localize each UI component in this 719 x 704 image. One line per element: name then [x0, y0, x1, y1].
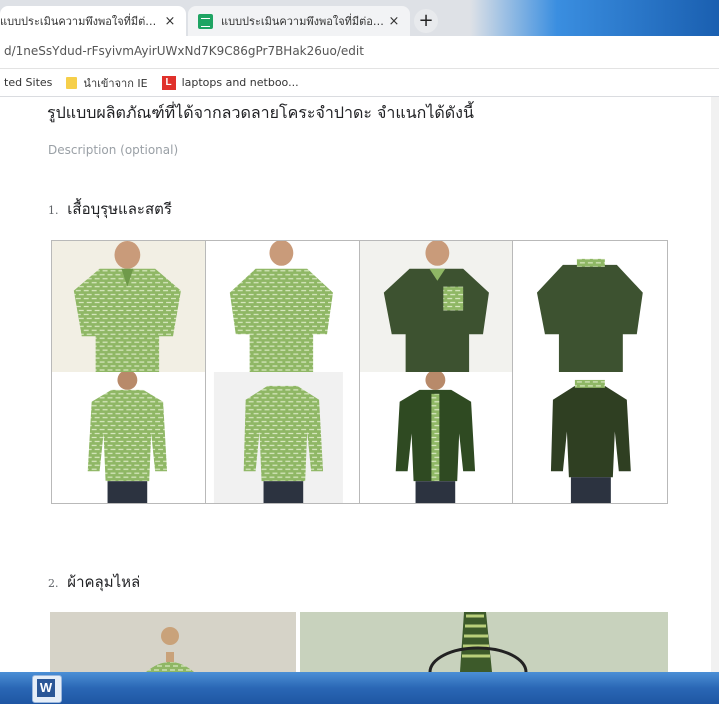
- section-number: 1.: [48, 204, 59, 217]
- section-title: เสื้อบุรุษและสตรี: [67, 200, 172, 218]
- bookmark-ie-import[interactable]: นำเข้าจาก IE: [66, 74, 148, 92]
- l-icon: L: [161, 75, 176, 90]
- section-1-title[interactable]: 1. เสื้อบุรุษและสตรี: [48, 197, 172, 221]
- close-icon[interactable]: ×: [162, 14, 178, 29]
- bookmark-sites[interactable]: ted Sites: [4, 76, 52, 89]
- description-field[interactable]: Description (optional): [48, 143, 178, 157]
- shirt-image: [513, 241, 667, 372]
- scrollbar[interactable]: [711, 97, 719, 672]
- shawl-image: [50, 612, 296, 672]
- tab-title: แบบประเมินความพึงพอใจที่มีต่อรูปแ: [221, 15, 386, 28]
- tab-title: แบบประเมินความพึงพอใจที่มีต่อรูปแ: [0, 15, 162, 28]
- bookmark-laptops[interactable]: L laptops and netboo...: [161, 75, 299, 90]
- tab-form-2[interactable]: แบบประเมินความพึงพอใจที่มีต่อรูปแ ×: [188, 6, 410, 36]
- shirt-image-grid[interactable]: [51, 240, 668, 504]
- sheets-icon: [198, 13, 213, 29]
- bookmark-label: laptops and netboo...: [181, 76, 299, 89]
- shirt-image: [52, 241, 206, 372]
- form-heading[interactable]: รูปแบบผลิตภัณฑ์ที่ได้จากลวดลายโคระจำปาดะ…: [47, 101, 474, 126]
- shirt-image: [359, 372, 514, 503]
- address-bar[interactable]: d/1neSsYdud-rFsyivmAyirUWxNd7K9C86gPr7BH…: [0, 36, 719, 69]
- url-text[interactable]: d/1neSsYdud-rFsyivmAyirUWxNd7K9C86gPr7BH…: [4, 44, 364, 58]
- windows-taskbar: W: [0, 672, 719, 704]
- shirt-image: [359, 241, 514, 372]
- shirt-image: [205, 241, 360, 372]
- tab-form-1[interactable]: แบบประเมินความพึงพอใจที่มีต่อรูปแ ×: [0, 6, 186, 36]
- shirt-image: [52, 372, 206, 503]
- close-icon[interactable]: ×: [386, 14, 402, 29]
- bookmark-label: ted Sites: [4, 76, 53, 89]
- section-2-title[interactable]: 2. ผ้าคลุมไหล่: [48, 570, 140, 594]
- section-title: ผ้าคลุมไหล่: [67, 573, 141, 591]
- shawl-image: [300, 612, 668, 672]
- tab-strip: แบบประเมินความพึงพอใจที่มีต่อรูปแ × แบบป…: [0, 0, 719, 36]
- word-icon: W: [37, 679, 55, 697]
- word-taskbar-button[interactable]: W: [32, 675, 62, 703]
- shirt-image: [513, 372, 667, 503]
- folder-icon: [66, 76, 78, 89]
- tab-strip-background: [470, 0, 719, 36]
- section-number: 2.: [48, 577, 59, 590]
- new-tab-button[interactable]: +: [414, 9, 438, 33]
- bookmark-label: นำเข้าจาก IE: [83, 76, 148, 90]
- shirt-image: [205, 372, 360, 503]
- bookmarks-bar: ted Sites นำเข้าจาก IE L laptops and net…: [0, 69, 719, 97]
